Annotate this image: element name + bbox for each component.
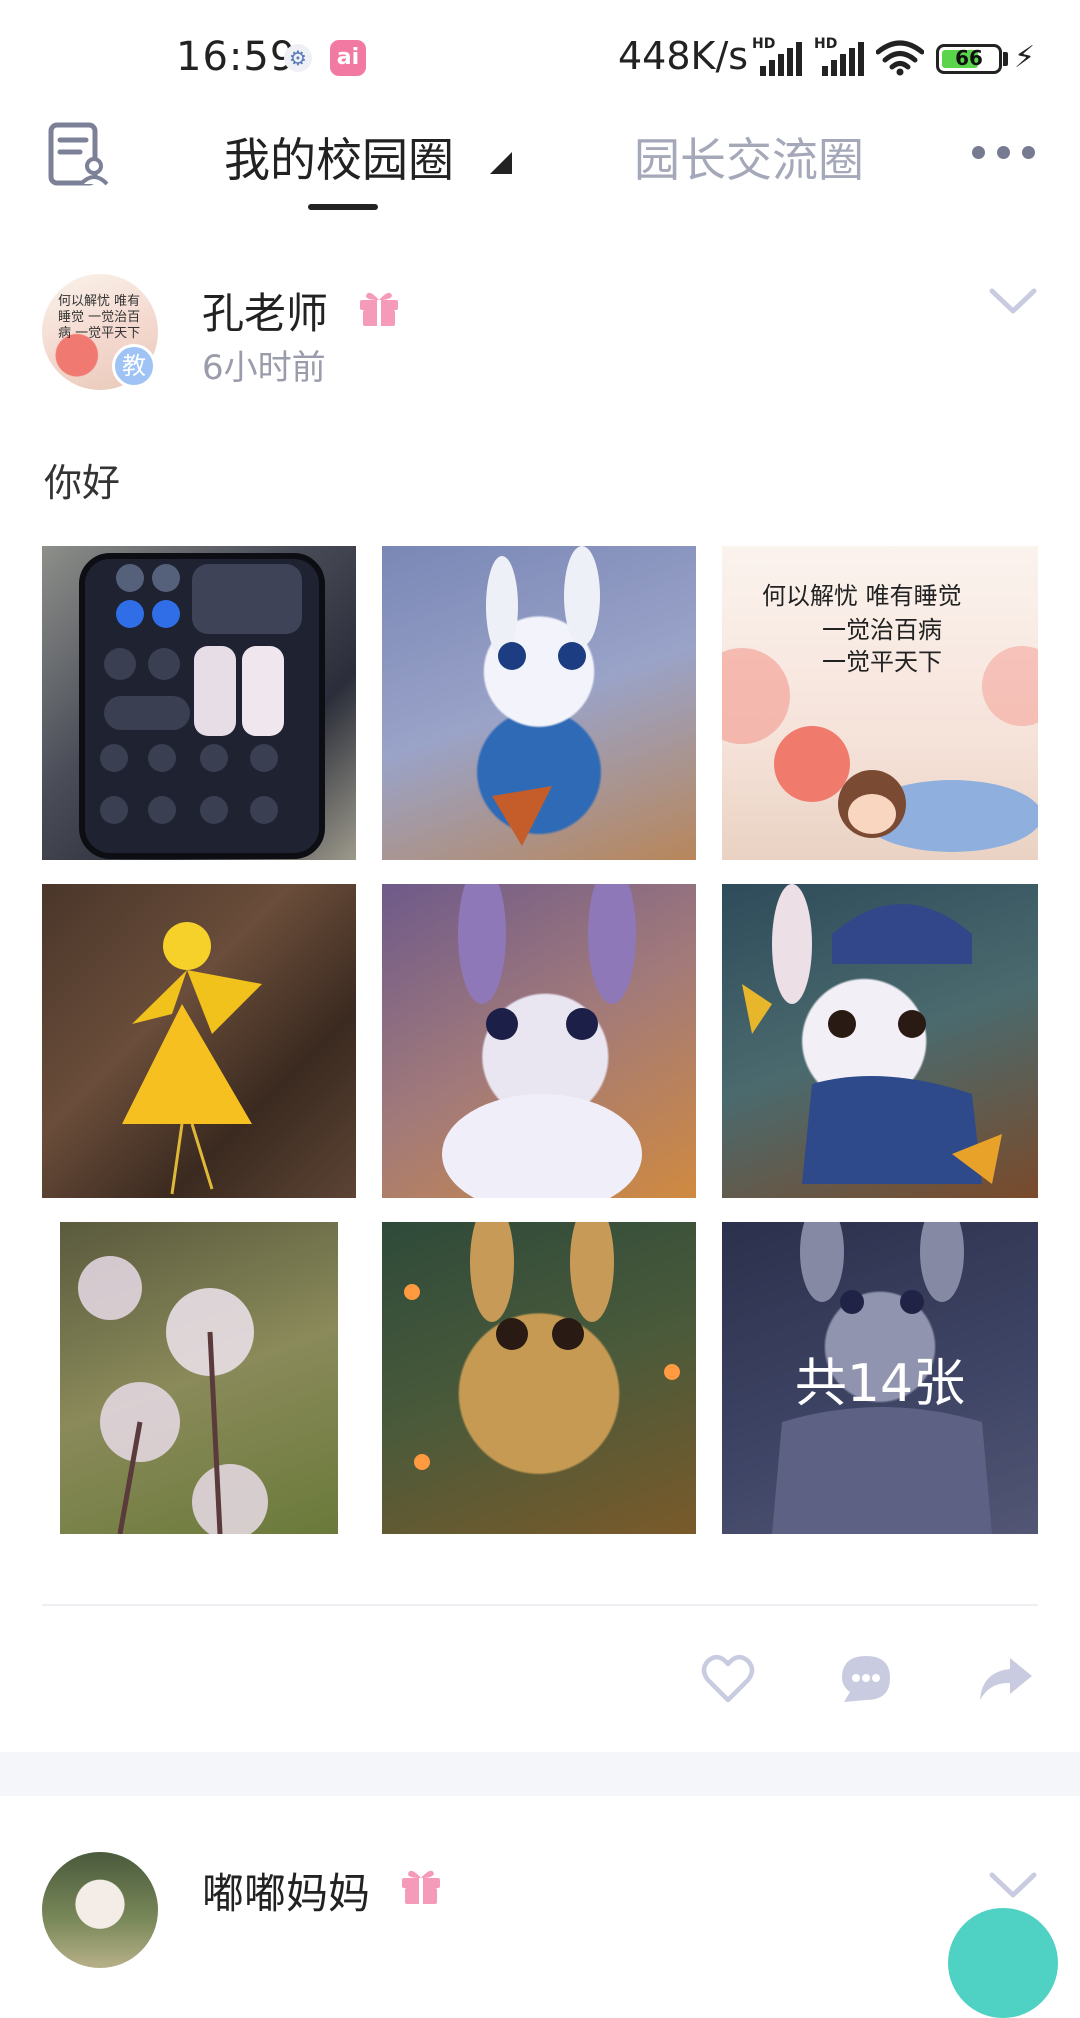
phone-control-center-image — [79, 553, 325, 859]
post-text: 你好 — [44, 461, 121, 505]
section-separator — [0, 1752, 1080, 1796]
chevron-down-icon[interactable] — [988, 286, 1038, 316]
grid-image-6[interactable] — [722, 884, 1038, 1198]
gift-icon[interactable] — [358, 286, 400, 328]
profile-document-icon[interactable] — [48, 122, 110, 188]
grid-image-3[interactable]: 何以解忧 唯有睡觉 一觉治百病 一觉平天下 — [722, 546, 1038, 860]
grid-image-5[interactable] — [382, 884, 696, 1198]
grid-image-9[interactable]: 共14张 — [722, 1222, 1038, 1534]
status-time: 16:59 — [176, 34, 297, 80]
battery-icon: 66 — [936, 44, 1002, 74]
teacher-badge: 教 — [112, 344, 156, 388]
chevron-down-icon[interactable] — [988, 1870, 1038, 1900]
like-icon[interactable] — [700, 1652, 756, 1704]
bunny-image — [404, 1222, 680, 1470]
tab-my-campus[interactable]: 我的校园圈 — [224, 124, 454, 190]
author-name[interactable]: 孔老师 — [202, 280, 328, 341]
active-tab-indicator — [308, 204, 378, 210]
more-dots-icon[interactable] — [972, 146, 1036, 160]
caret-down-icon[interactable] — [490, 152, 512, 174]
sleep-quote-image: 何以解忧 唯有睡觉 一觉治百病 一觉平天下 — [722, 582, 1038, 852]
wifi-icon — [876, 40, 924, 76]
bunny-image — [486, 546, 600, 846]
grid-image-2[interactable] — [382, 546, 696, 860]
avatar-caption: 何以解忧 唯有睡觉 一觉治百病 一觉平天下 — [58, 294, 141, 341]
battery-tip — [1003, 52, 1008, 66]
quote-line-1: 何以解忧 唯有睡觉 — [762, 582, 962, 610]
signal-icon: HD — [752, 36, 804, 76]
grid-image-1[interactable] — [42, 546, 356, 860]
post-time: 6小时前 — [202, 348, 326, 388]
network-speed: 448K/s — [618, 34, 749, 78]
status-bar: 16:59 ⚙ ai 448K/s HD HD 66 ⚡ — [0, 0, 1080, 110]
settings-icon: ⚙ — [284, 44, 312, 72]
gift-icon[interactable] — [400, 1864, 442, 1906]
grid-image-7[interactable] — [60, 1222, 338, 1534]
quote-line-3: 一觉平天下 — [822, 648, 942, 676]
more-images-label[interactable]: 共14张 — [722, 1222, 1038, 1534]
avatar[interactable] — [42, 1852, 158, 1968]
grid-image-4[interactable] — [42, 884, 356, 1198]
signal-icon: HD — [814, 36, 866, 76]
grid-image-8[interactable] — [382, 1222, 696, 1534]
quote-line-2: 一觉治百病 — [822, 616, 942, 644]
share-icon[interactable] — [978, 1652, 1034, 1704]
ginkgo-leaf-image — [122, 922, 262, 1195]
ai-app-icon: ai — [330, 40, 366, 76]
charging-icon: ⚡ — [1014, 40, 1036, 75]
bunny-image — [742, 884, 1002, 1184]
floating-action-button[interactable] — [948, 1908, 1058, 2018]
bunny-image — [442, 884, 642, 1198]
tab-principal-circle[interactable]: 园长交流圈 — [634, 124, 864, 190]
author-name[interactable]: 嘟嘟妈妈 — [202, 1860, 370, 1921]
comment-icon[interactable] — [838, 1652, 894, 1704]
divider — [42, 1604, 1038, 1606]
dandelion-image — [78, 1256, 268, 1534]
